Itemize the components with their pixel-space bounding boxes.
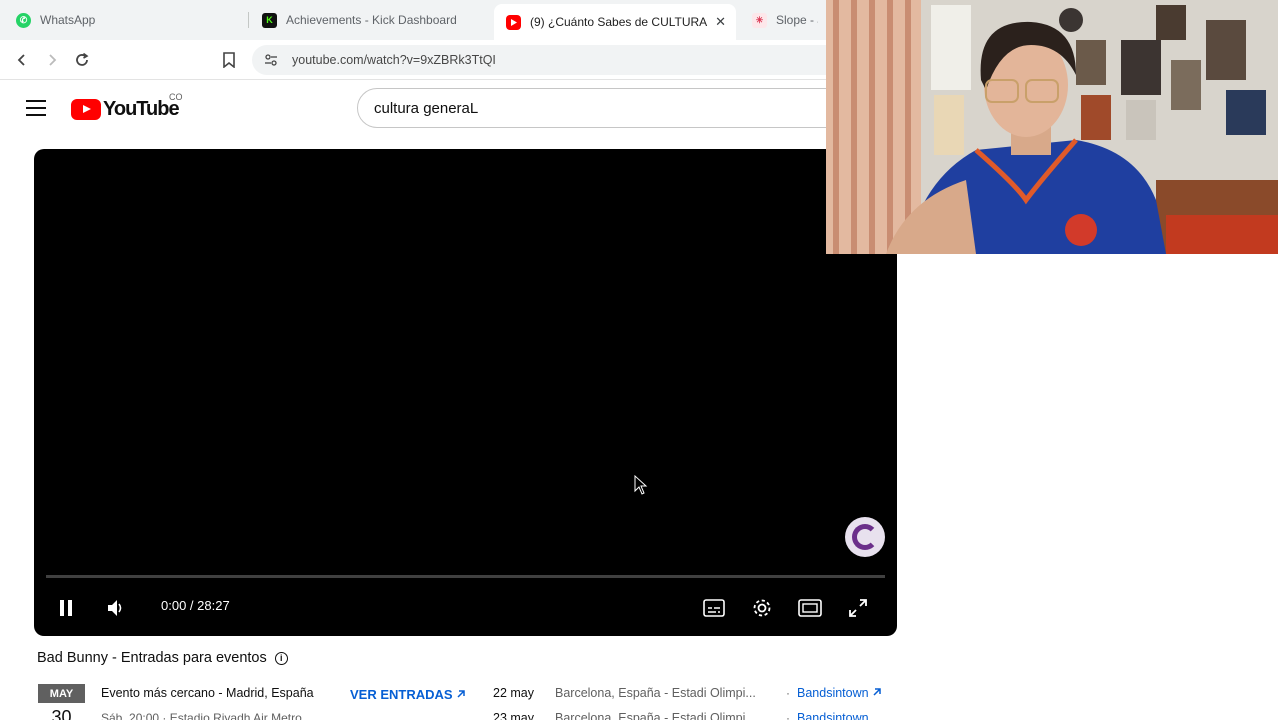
forward-arrow-icon: [49, 54, 57, 66]
menu-icon[interactable]: [26, 100, 46, 116]
external-link-icon: [457, 690, 465, 698]
event-row-date: 23 may: [493, 711, 534, 720]
mouse-cursor-icon: [634, 475, 648, 495]
info-icon[interactable]: i: [274, 651, 288, 665]
youtube-wordmark: YouTube: [103, 98, 180, 120]
event-day: 30: [51, 707, 72, 720]
event-row-vendor-link[interactable]: Bandsintown: [797, 686, 882, 700]
fullscreen-icon: [849, 599, 867, 617]
progress-bar[interactable]: [46, 575, 885, 578]
time-display: 0:00 / 28:27: [161, 598, 230, 613]
tab-title: WhatsApp: [40, 13, 96, 27]
tab-slope[interactable]: ✳ Slope - Ju: [740, 4, 830, 36]
pause-button[interactable]: [54, 597, 78, 619]
bookmark-button[interactable]: [217, 48, 241, 72]
theater-mode-button[interactable]: [798, 597, 822, 619]
search-query-text: cultura generaL: [374, 99, 479, 117]
volume-button[interactable]: [104, 597, 128, 619]
buy-tickets-link[interactable]: VER ENTRADAS: [350, 687, 466, 702]
external-link-icon: [873, 688, 881, 696]
back-arrow-icon: [17, 54, 25, 66]
tab-separator: [248, 12, 249, 28]
event-row-place: Barcelona, España - Estadi Olimpi...: [555, 711, 756, 720]
whatsapp-icon: ✆: [16, 12, 31, 28]
reload-button[interactable]: [70, 48, 94, 72]
url-text: youtube.com/watch?v=9xZBRk3TtQI: [292, 53, 496, 67]
tab-title: Achievements - Kick Dashboard: [286, 13, 457, 27]
subtitles-icon: [703, 599, 725, 617]
event-date-badge: MAY 30: [38, 684, 85, 720]
separator-dot: ·: [786, 711, 790, 720]
channel-watermark[interactable]: [845, 517, 885, 557]
country-code: CO: [169, 92, 183, 102]
settings-button[interactable]: [750, 596, 774, 620]
tickets-title-text: Bad Bunny - Entradas para eventos: [37, 650, 267, 666]
youtube-play-icon: [71, 99, 101, 120]
channel-logo-icon: [852, 524, 878, 550]
tab-title: Slope - Ju: [776, 13, 818, 27]
event-row-vendor-link[interactable]: Bandsintown: [797, 711, 869, 720]
close-tab-icon[interactable]: ✕: [715, 14, 726, 30]
event-month: MAY: [38, 684, 85, 703]
vendor-name: Bandsintown: [797, 711, 869, 720]
volume-icon: [108, 600, 122, 616]
pause-icon: [60, 600, 72, 616]
vendor-name: Bandsintown: [797, 686, 869, 700]
event-row-date: 22 may: [493, 686, 534, 700]
tickets-heading: Bad Bunny - Entradas para eventos i: [37, 650, 288, 666]
theater-mode-icon: [798, 599, 822, 617]
gear-icon: [753, 599, 771, 617]
fullscreen-button[interactable]: [846, 597, 870, 619]
youtube-logo[interactable]: YouTube CO: [71, 92, 183, 121]
featured-event-label: Evento más cercano - Madrid, España: [101, 686, 314, 700]
separator-dot: ·: [786, 686, 790, 700]
buy-tickets-label: VER ENTRADAS: [350, 687, 453, 702]
search-input[interactable]: cultura generaL: [357, 88, 837, 128]
address-bar[interactable]: youtube.com/watch?v=9xZBRk3TtQI: [252, 45, 872, 75]
site-info-icon: [265, 54, 277, 66]
screen: ✆ WhatsApp K Achievements - Kick Dashboa…: [0, 0, 1278, 720]
subtitles-button[interactable]: [702, 597, 726, 619]
tab-kick-dashboard[interactable]: K Achievements - Kick Dashboard: [250, 4, 490, 36]
youtube-icon: [506, 14, 521, 30]
slope-icon: ✳: [752, 12, 767, 28]
webcam-overlay: [826, 0, 1278, 254]
kick-icon: K: [262, 12, 277, 28]
tab-youtube-active[interactable]: (9) ¿Cuánto Sabes de CULTURA G ✕: [494, 4, 736, 40]
featured-event-venue: Sáb. 20:00 · Estadio Riyadh Air Metro: [101, 711, 302, 720]
reload-icon: [76, 52, 89, 66]
webcam-feed-image: [826, 0, 1278, 254]
forward-button[interactable]: [40, 48, 64, 72]
event-row-place: Barcelona, España - Estadi Olimpi...: [555, 686, 756, 700]
back-button[interactable]: [10, 48, 34, 72]
tab-title: (9) ¿Cuánto Sabes de CULTURA G: [530, 15, 710, 29]
tab-whatsapp[interactable]: ✆ WhatsApp: [4, 4, 244, 36]
bookmark-icon: [223, 52, 235, 68]
video-player[interactable]: 0:00 / 28:27: [34, 149, 897, 636]
